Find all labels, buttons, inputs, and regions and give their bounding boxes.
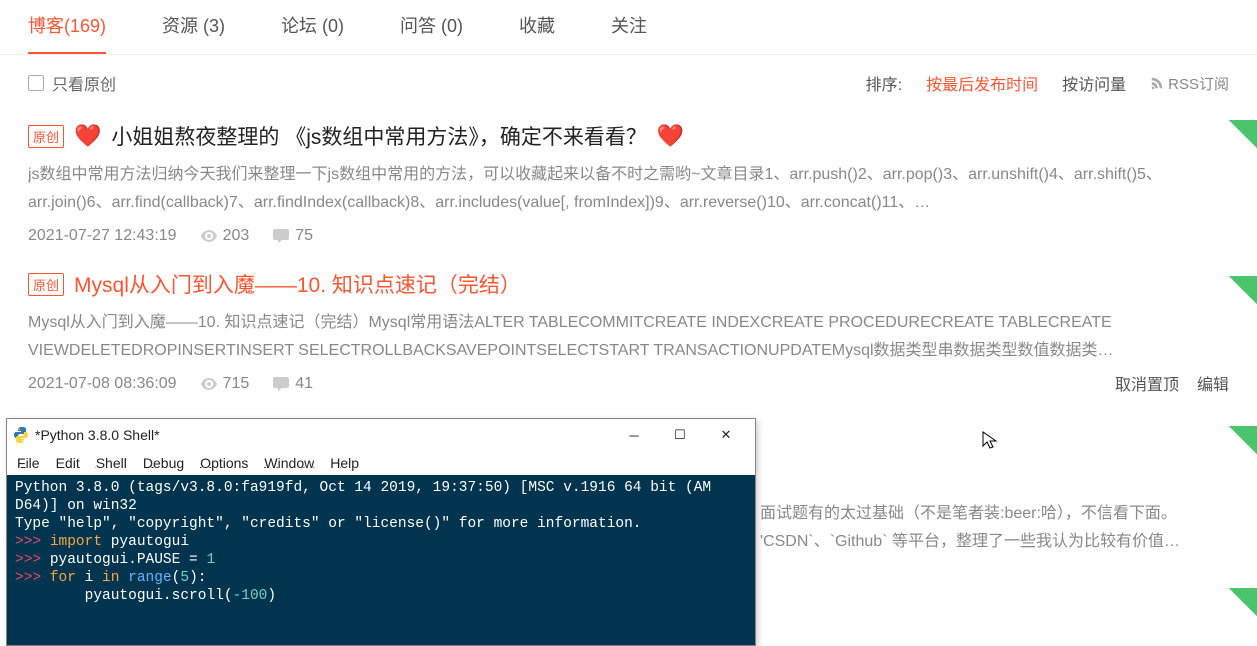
shell-output[interactable]: Python 3.8.0 (tags/v3.8.0:fa919fd, Oct 1… bbox=[7, 475, 755, 645]
menu-options[interactable]: Options bbox=[200, 455, 248, 471]
tab-follow[interactable]: 关注 bbox=[611, 12, 647, 54]
eye-icon bbox=[201, 377, 217, 391]
views-count: 715 bbox=[201, 375, 250, 393]
article-item[interactable]: 原创 Mysql从入门到入魔——10. 知识点速记（完结） Mysql从入门到入… bbox=[0, 259, 1257, 407]
menu-debug[interactable]: Debug bbox=[143, 455, 184, 471]
window-title: *Python 3.8.0 Shell* bbox=[35, 427, 611, 443]
article-title: 小姐姐熬夜整理的 《js数组中常用方法》，确定不来看看？ bbox=[111, 121, 647, 151]
maximize-button[interactable]: ☐ bbox=[657, 421, 703, 449]
original-badge: 原创 bbox=[28, 273, 64, 296]
only-original-checkbox[interactable]: 只看原创 bbox=[28, 71, 116, 95]
unpin-button[interactable]: 取消置顶 bbox=[1115, 371, 1179, 395]
corner-ribbon bbox=[1217, 120, 1257, 160]
views-count: 203 bbox=[201, 227, 250, 245]
checkbox-icon bbox=[28, 75, 44, 91]
window-titlebar[interactable]: *Python 3.8.0 Shell* ─ ☐ ✕ bbox=[7, 419, 755, 451]
python-icon bbox=[13, 427, 29, 443]
only-original-label: 只看原创 bbox=[52, 71, 116, 95]
content-tabs: 博客(169) 资源 (3) 论坛 (0) 问答 (0) 收藏 关注 bbox=[0, 0, 1257, 55]
article-item[interactable]: 原创 ❤️ 小姐姐熬夜整理的 《js数组中常用方法》，确定不来看看？ ❤️ js… bbox=[0, 111, 1257, 259]
eye-icon bbox=[201, 229, 217, 243]
tab-blog[interactable]: 博客(169) bbox=[28, 12, 106, 54]
corner-ribbon bbox=[1217, 426, 1257, 466]
comment-icon bbox=[273, 229, 289, 243]
tab-resources[interactable]: 资源 (3) bbox=[162, 12, 225, 54]
shell-menubar: File Edit Shell Debug Options Window Hel… bbox=[7, 451, 755, 475]
article-summary: js数组中常用方法归纳今天我们来整理一下js数组中常用的方法，可以收藏起来以备不… bbox=[28, 161, 1229, 217]
edit-button[interactable]: 编辑 bbox=[1197, 371, 1229, 395]
comment-icon bbox=[273, 377, 289, 391]
comments-count: 41 bbox=[273, 375, 313, 393]
tab-favorites[interactable]: 收藏 bbox=[519, 12, 555, 54]
tab-qa[interactable]: 问答 (0) bbox=[400, 12, 463, 54]
tab-forum[interactable]: 论坛 (0) bbox=[281, 12, 344, 54]
sort-by-time[interactable]: 按最后发布时间 bbox=[926, 71, 1038, 95]
rss-subscribe[interactable]: RSS订阅 bbox=[1150, 73, 1229, 94]
close-button[interactable]: ✕ bbox=[703, 421, 749, 449]
partial-article-text: 面试题有的太过基础（不是笔者装:beer:哈），不信看下面。 'CSDN`、`G… bbox=[760, 500, 1229, 556]
python-shell-window: *Python 3.8.0 Shell* ─ ☐ ✕ File Edit She… bbox=[6, 418, 756, 646]
filter-sort-row: 只看原创 排序: 按最后发布时间 按访问量 RSS订阅 bbox=[0, 55, 1257, 111]
menu-edit[interactable]: Edit bbox=[56, 455, 80, 471]
article-time: 2021-07-27 12:43:19 bbox=[28, 227, 177, 245]
rss-icon bbox=[1150, 76, 1164, 90]
heart-icon: ❤️ bbox=[657, 123, 684, 149]
menu-shell[interactable]: Shell bbox=[96, 455, 127, 471]
article-title: Mysql从入门到入魔——10. 知识点速记（完结） bbox=[74, 269, 521, 299]
mouse-cursor-icon bbox=[981, 430, 1001, 450]
corner-ribbon bbox=[1217, 276, 1257, 316]
corner-ribbon bbox=[1217, 588, 1257, 628]
article-summary: Mysql从入门到入魔——10. 知识点速记（完结）Mysql常用语法ALTER… bbox=[28, 309, 1229, 365]
article-time: 2021-07-08 08:36:09 bbox=[28, 375, 177, 393]
menu-window[interactable]: Window bbox=[264, 455, 314, 471]
comments-count: 75 bbox=[273, 227, 313, 245]
sort-label: 排序: bbox=[866, 71, 902, 95]
menu-file[interactable]: File bbox=[17, 455, 40, 471]
minimize-button[interactable]: ─ bbox=[611, 421, 657, 449]
sort-by-views[interactable]: 按访问量 bbox=[1062, 71, 1126, 95]
original-badge: 原创 bbox=[28, 125, 64, 148]
menu-help[interactable]: Help bbox=[330, 455, 359, 471]
heart-icon: ❤️ bbox=[74, 123, 101, 149]
